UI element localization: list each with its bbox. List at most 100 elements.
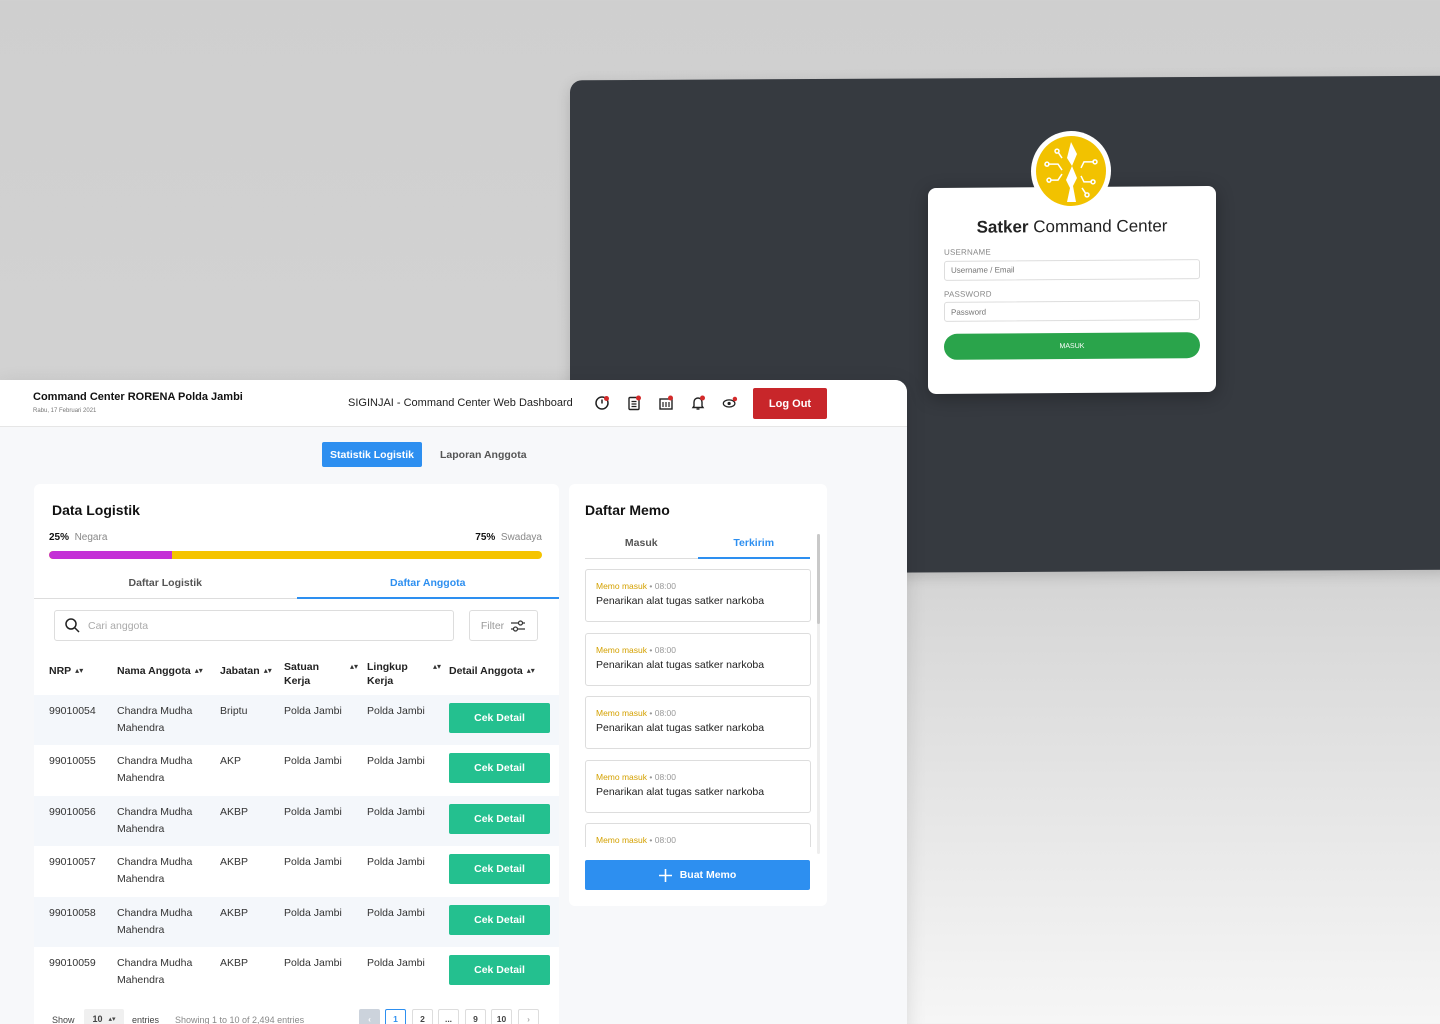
sort-icon: ▴▾ [350,662,359,671]
pagination-next[interactable]: › [518,1009,539,1024]
username-input[interactable] [944,258,1200,281]
pagination-page[interactable]: 2 [412,1009,433,1024]
entries-summary: Showing 1 to 10 of 2,494 entries [175,1015,305,1024]
cell-satuan: Polda Jambi [284,856,342,869]
tab-daftar-logistik[interactable]: Daftar Logistik [34,567,297,598]
cek-detail-button[interactable]: Cek Detail [449,703,550,733]
search-placeholder: Cari anggota [88,619,149,632]
cek-detail-button[interactable]: Cek Detail [449,803,550,834]
pagination-prev[interactable]: ‹ [359,1009,380,1024]
table-row: 99010054 Chandra Mudha Mahendra Briptu Pold… [34,695,559,746]
cell-jabatan: AKBP [220,906,249,919]
memo-text: Penarikan alat tugas satker narkoba [596,785,765,798]
table-row: 99010059 Chandra Mudha Mahendra AKBP Polda … [34,947,559,997]
memo-tag: Memo masuk [596,644,648,655]
cell-lingkup: Polda Jambi [367,755,425,768]
sort-icon: ▴▾ [433,662,442,671]
memo-item[interactable]: Memo masuk • 08:00 Penarikan alat tugas s… [585,759,811,813]
search-icon [65,618,80,633]
table-header: NRP ▴▾ Nama Anggota ▴▾ Jabatan ▴▾ Satuan Ke… [34,660,559,694]
col-jabatan[interactable]: Jabatan ▴▾ [220,664,272,678]
tab-daftar-anggota[interactable]: Daftar Anggota [296,567,560,599]
table-row: 99010057 Chandra Mudha Mahendra AKBP Polda … [34,846,559,896]
table-row: 99010056 Chandra Mudha Mahendra AKBP Polda … [34,795,559,847]
cek-detail-button[interactable]: Cek Detail [449,904,550,935]
cell-nama: Chandra Mudha Mahendra [117,705,193,734]
memo-item[interactable]: Memo masuk • 08:00 Penarikan alat tugas s… [585,569,811,622]
table-row: 99010058 Chandra Mudha Mahendra AKBP Polda … [34,896,559,947]
cek-detail-button[interactable]: Cek Detail [449,954,550,985]
cell-satuan: Polda Jambi [284,755,342,768]
memo-tag: Memo masuk [596,771,648,782]
col-nrp[interactable]: NRP ▴▾ [49,664,83,678]
sort-icon: ▴▾ [108,1016,116,1023]
cell-lingkup: Polda Jambi [367,805,425,818]
buat-memo-button[interactable]: Buat Memo [585,860,810,890]
plus-icon [658,868,672,882]
data-logistik-card: Data Logistik 25% Negara 75% Swadaya Daf… [34,484,559,1024]
login-title: Satker Command Center [976,216,1168,237]
search-input[interactable]: Cari anggota [54,610,454,641]
cek-detail-button[interactable]: Cek Detail [449,854,550,885]
memo-text: Penarikan alat tugas satker narkoba [596,722,765,735]
cell-jabatan: AKBP [220,856,249,869]
cell-lingkup: Polda Jambi [367,856,425,869]
memo-item[interactable]: Memo masuk • 08:00 Penarikan alat tugas s… [585,696,811,750]
memo-meta: Memo masuk • 08:00 [596,581,800,591]
table-body: 99010054 Chandra Mudha Mahendra Briptu Pold… [34,695,559,997]
scrollbar-thumb[interactable] [817,534,820,624]
alert-clock-icon[interactable] [594,395,610,411]
password-input[interactable] [944,300,1200,322]
clipboard-icon[interactable] [626,395,642,411]
card-title: Data Logistik [52,502,140,518]
filter-button[interactable]: Filter [469,610,538,641]
cell-nrp: 99010058 [49,906,96,919]
col-satuan-kerja[interactable]: Satuan Kerja ▴▾ [284,660,359,688]
top-header: Command Center RORENA Polda Jambi Rabu, … [0,380,907,427]
memo-list: Memo masuk • 08:00 Penarikan alat tugas s… [585,569,811,847]
cell-jabatan: AKP [220,755,242,768]
tab-laporan-anggota[interactable]: Laporan Anggota [432,442,535,467]
current-date: Rabu, 17 Februari 2021 [33,408,97,414]
col-lingkup-kerja[interactable]: Lingkup Kerja ▴▾ [367,660,442,688]
memo-tag: Memo masuk [596,835,648,846]
cell-satuan: Polda Jambi [284,906,342,919]
show-label: Show [52,1015,75,1024]
sort-icon: ▴▾ [526,666,535,675]
cell-lingkup: Polda Jambi [367,906,425,919]
pagination-page[interactable]: 10 [491,1009,512,1024]
building-icon[interactable] [658,395,674,411]
page-size-select[interactable]: 10 ▴▾ [84,1009,124,1024]
bell-icon[interactable] [690,395,706,411]
app-name: SIGINJAI - Command Center Web Dashboard [348,397,573,409]
col-nama-anggota[interactable]: Nama Anggota ▴▾ [117,664,203,678]
filter-sliders-icon [511,619,526,632]
memo-meta: Memo masuk • 08:00 [596,708,800,718]
login-submit-button[interactable]: MASUK [944,332,1200,360]
tab-statistik-logistik[interactable]: Statistik Logistik [322,442,423,467]
logout-button[interactable]: Log Out [753,388,827,419]
memo-time: • 08:00 [647,708,676,719]
col-detail-anggota[interactable]: Detail Anggota ▴▾ [449,664,535,678]
sort-icon: ▴▾ [75,666,84,675]
cek-detail-button[interactable]: Cek Detail [449,753,550,784]
distribution-progress-bar [49,551,542,559]
distribution-legend: 25% Negara 75% Swadaya [49,532,542,543]
memo-meta: Memo masuk • 08:00 [596,835,800,845]
memo-scrollbar[interactable] [817,534,820,854]
memo-tag: Memo masuk [596,581,648,591]
sort-icon: ▴▾ [263,666,272,675]
memo-item[interactable]: Memo masuk • 08:00Penarikan alat tugas s… [585,823,811,847]
eye-icon[interactable] [722,395,738,411]
cell-nama: Chandra Mudha Mahendra [117,906,193,936]
cell-satuan: Polda Jambi [284,705,342,717]
memo-time: • 08:00 [647,771,676,782]
tab-masuk[interactable]: Masuk [585,528,698,558]
pagination-page[interactable]: 9 [465,1009,486,1024]
username-label: USERNAME [944,247,991,257]
memo-text: Penarikan alat tugas satker narkoba [596,595,765,607]
pagination-page[interactable]: 1 [385,1009,406,1024]
memo-item[interactable]: Memo masuk • 08:00Penarikan alat tugas s… [585,632,811,686]
tab-terkirim[interactable]: Terkirim [697,528,811,559]
cell-nrp: 99010056 [49,805,96,818]
